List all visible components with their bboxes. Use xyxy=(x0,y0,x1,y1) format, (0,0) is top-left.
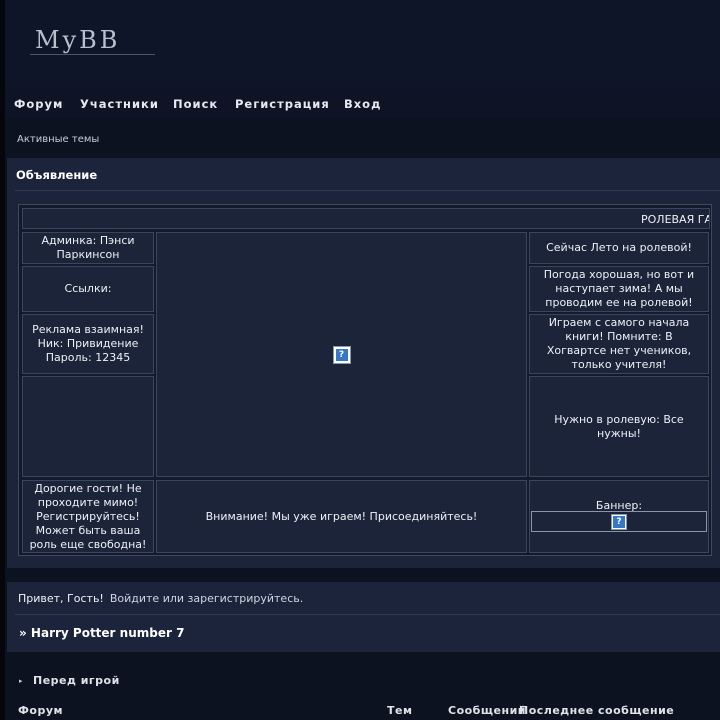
announcement-panel: Объявление РОЛЕВАЯ ГА Админка: Пэнси Пар… xyxy=(7,158,720,568)
cell-story: Играем с самого начала книги! Помните: В… xyxy=(529,314,709,374)
cell-attention: Внимание! Мы уже играем! Присоединяйтесь… xyxy=(156,480,527,553)
col-posts: Сообщений xyxy=(448,704,527,717)
banner-image-box[interactable]: ? xyxy=(531,511,707,532)
cell-ads: Реклама взаимная! Ник: Привидение Пароль… xyxy=(22,314,154,374)
cell-needed: Нужно в ролевую: Все нужны! xyxy=(529,376,709,477)
category-title[interactable]: Перед игрой xyxy=(33,674,120,687)
col-topics: Тем xyxy=(387,704,413,717)
forum-column-headers: Форум Тем Сообщений Последнее сообщение xyxy=(5,698,720,720)
login-register-link[interactable]: Войдите или зарегистрируйтесь. xyxy=(110,592,303,605)
subnav: Активные темы xyxy=(5,118,720,158)
nav-members[interactable]: Участники xyxy=(80,97,159,111)
col-last-post: Последнее сообщение xyxy=(519,704,675,717)
cell-empty xyxy=(22,376,154,477)
active-topics-link[interactable]: Активные темы xyxy=(17,134,99,145)
cell-banner: Баннер: ? xyxy=(529,480,709,553)
cell-guests: Дорогие гости! Не проходите мимо! Регист… xyxy=(22,480,154,553)
greeting: Привет, Гость! xyxy=(18,592,104,605)
marquee-text: РОЛЕВАЯ ГА xyxy=(641,213,710,226)
logo-underline xyxy=(30,54,155,55)
banner-image-icon: ? xyxy=(611,513,627,530)
nav-login[interactable]: Вход xyxy=(344,97,381,111)
announcement-table: РОЛЕВАЯ ГА Админка: Пэнси Паркинсон Ссыл… xyxy=(18,204,712,556)
nav-forum[interactable]: Форум xyxy=(14,97,63,111)
cell-summer: Сейчас Лето на ролевой! xyxy=(529,232,709,264)
welcome-text: Привет, Гость! Войдите или зарегистрируйт… xyxy=(18,592,303,605)
col-forum: Форум xyxy=(18,704,64,717)
nav-search[interactable]: Поиск xyxy=(173,97,218,111)
marquee-row: РОЛЕВАЯ ГА xyxy=(22,208,710,229)
announcement-title: Объявление xyxy=(16,168,98,182)
cell-center-image: ? xyxy=(156,232,527,477)
cell-admin: Админка: Пэнси Паркинсон xyxy=(22,232,154,264)
cell-links: Ссылки: xyxy=(22,266,154,312)
broken-image-icon: ? xyxy=(332,345,351,364)
announcement-divider xyxy=(15,190,720,191)
welcome-divider xyxy=(15,614,720,615)
welcome-panel: Привет, Гость! Войдите или зарегистрируйт… xyxy=(7,582,720,652)
main-nav: Форум Участники Поиск Регистрация Вход xyxy=(5,88,720,118)
cell-weather: Погода хорошая, но вот и наступает зима!… xyxy=(529,266,709,312)
nav-register[interactable]: Регистрация xyxy=(235,97,330,111)
site-logo[interactable]: MyBB xyxy=(35,26,120,54)
collapse-arrow-icon[interactable]: ▸ xyxy=(19,677,23,685)
forum-name-link[interactable]: » Harry Potter number 7 xyxy=(19,626,184,640)
header: MyBB xyxy=(5,0,720,88)
